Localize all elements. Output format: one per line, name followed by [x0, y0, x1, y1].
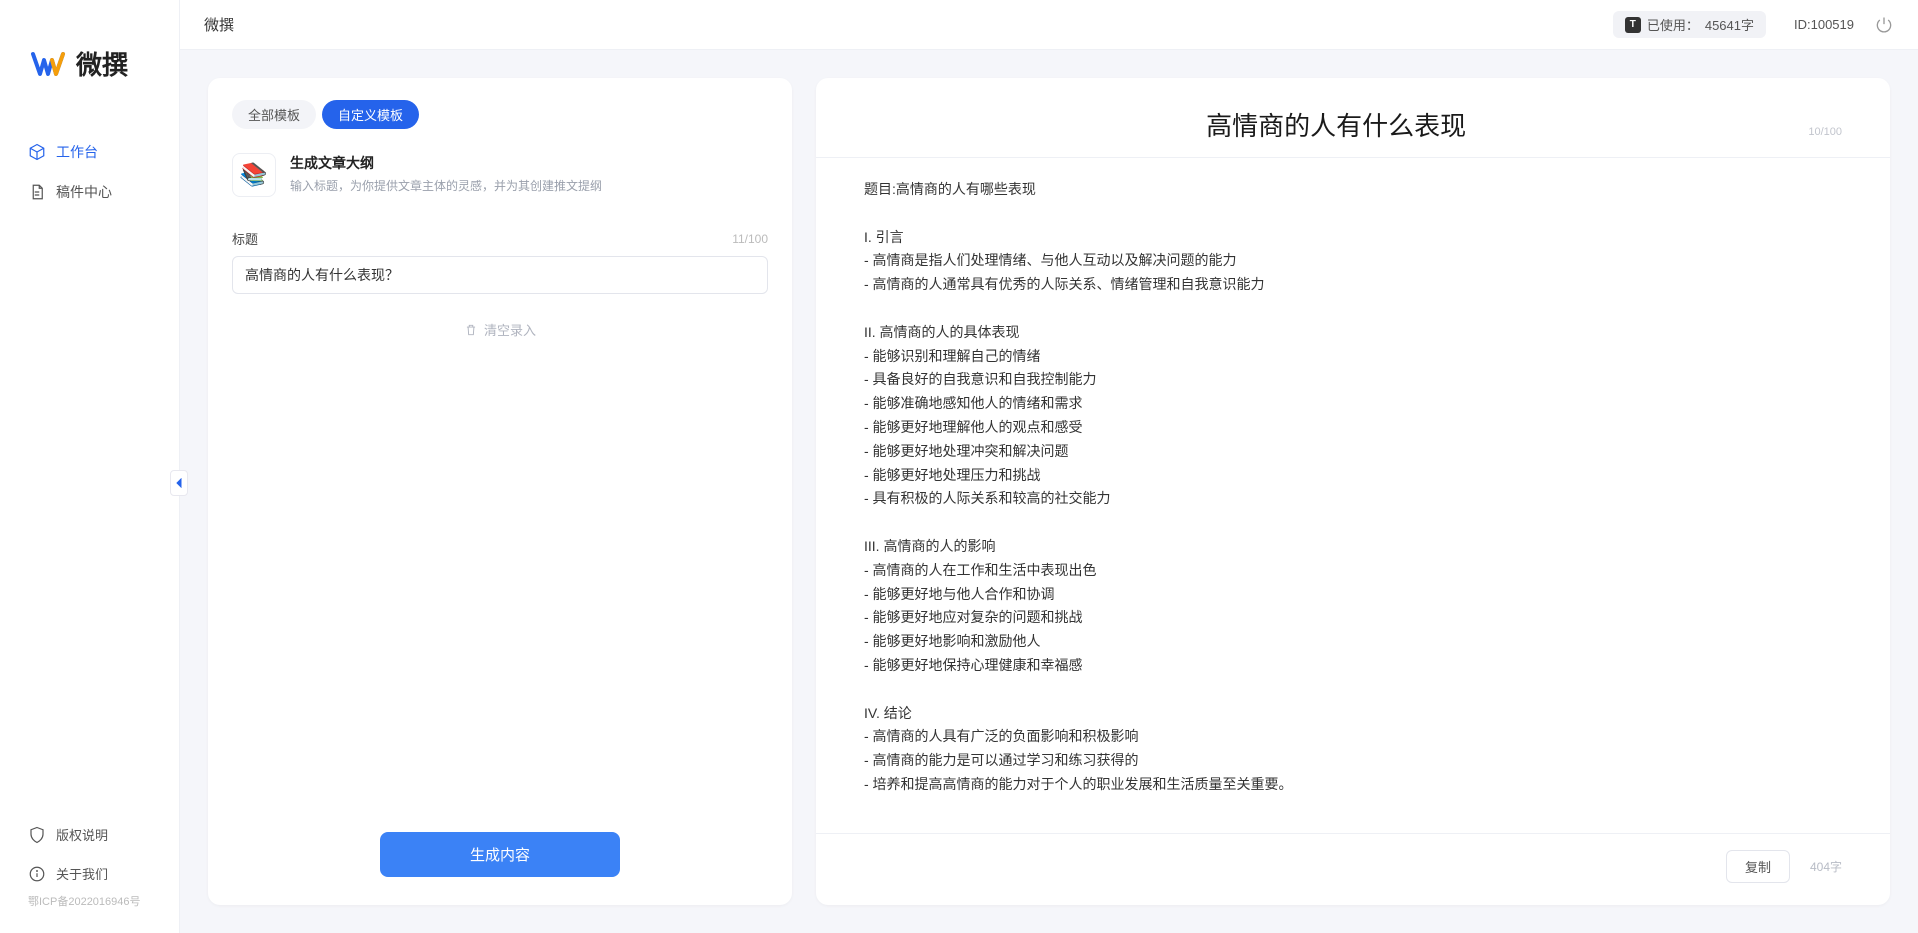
copy-label: 复制 — [1745, 860, 1771, 875]
cube-icon — [28, 143, 46, 161]
output-body[interactable]: 题目:高情商的人有哪些表现 I. 引言 - 高情商是指人们处理情绪、与他人互动以… — [816, 158, 1890, 833]
nav-item-label: 版权说明 — [56, 825, 108, 844]
clear-input-button[interactable]: 清空录入 — [232, 320, 768, 339]
tab-label: 全部模板 — [248, 108, 300, 123]
generate-label: 生成内容 — [470, 847, 530, 864]
text-icon: T — [1625, 17, 1641, 33]
brand-name: 微撰 — [76, 45, 128, 82]
copy-button[interactable]: 复制 — [1726, 850, 1790, 883]
sidebar-footer: 版权说明 关于我们 鄂ICP备2022016946号 — [0, 815, 179, 933]
template-title: 生成文章大纲 — [290, 153, 602, 173]
chevron-left-icon — [174, 478, 184, 488]
usage-badge: T 已使用： 45641字 — [1613, 11, 1766, 38]
document-icon — [28, 183, 46, 201]
nav-item-copyright[interactable]: 版权说明 — [0, 815, 179, 854]
usage-prefix: 已使用： — [1647, 15, 1699, 34]
input-panel: 全部模板 自定义模板 📚 生成文章大纲 输入标题，为你提供文章主体的灵感，并为其… — [208, 78, 792, 905]
output-footer: 复制 404字 — [816, 833, 1890, 905]
tab-custom-templates[interactable]: 自定义模板 — [322, 100, 419, 129]
content-area: 全部模板 自定义模板 📚 生成文章大纲 输入标题，为你提供文章主体的灵感，并为其… — [180, 50, 1918, 933]
sidebar: 微撰 工作台 稿件中心 版权说明 关于我们 鄂ICP备2022016946号 — [0, 0, 180, 933]
tab-label: 自定义模板 — [338, 108, 403, 123]
template-tabs: 全部模板 自定义模板 — [208, 78, 792, 129]
sidebar-collapse-handle[interactable] — [170, 470, 188, 496]
trash-icon — [464, 323, 478, 337]
output-header: 高情商的人有什么表现 10/100 — [816, 78, 1890, 158]
nav-item-workspace[interactable]: 工作台 — [0, 132, 179, 172]
sidebar-nav: 工作台 稿件中心 — [0, 112, 179, 815]
icp-text: 鄂ICP备2022016946号 — [0, 893, 179, 919]
topbar: 微撰 T 已使用： 45641字 ID:100519 — [180, 0, 1918, 50]
template-card: 📚 生成文章大纲 输入标题，为你提供文章主体的灵感，并为其创建推文提纲 — [208, 129, 792, 213]
nav-item-label: 稿件中心 — [56, 182, 112, 202]
template-description: 输入标题，为你提供文章主体的灵感，并为其创建推文提纲 — [290, 177, 602, 194]
char-count: 404字 — [1810, 858, 1842, 875]
info-icon — [28, 865, 46, 883]
output-panel: 高情商的人有什么表现 10/100 题目:高情商的人有哪些表现 I. 引言 - … — [816, 78, 1890, 905]
output-title: 高情商的人有什么表现 — [864, 106, 1808, 143]
template-icon: 📚 — [232, 153, 276, 197]
nav-item-drafts[interactable]: 稿件中心 — [0, 172, 179, 212]
brand-logo: 微撰 — [0, 0, 179, 112]
title-input[interactable] — [232, 256, 768, 294]
form-body: 标题 11/100 清空录入 — [208, 213, 792, 810]
nav-item-about[interactable]: 关于我们 — [0, 854, 179, 893]
user-id: ID:100519 — [1794, 17, 1854, 32]
nav-item-label: 关于我们 — [56, 864, 108, 883]
output-title-counter: 10/100 — [1808, 126, 1842, 138]
power-icon — [1874, 15, 1894, 35]
main-area: 微撰 T 已使用： 45641字 ID:100519 全部模板 自定义 — [180, 0, 1918, 933]
clear-label: 清空录入 — [484, 320, 536, 339]
nav-item-label: 工作台 — [56, 142, 98, 162]
tab-all-templates[interactable]: 全部模板 — [232, 100, 316, 129]
logout-button[interactable] — [1874, 15, 1894, 35]
shield-icon — [28, 826, 46, 844]
usage-value: 45641字 — [1705, 15, 1754, 34]
logo-icon — [30, 46, 66, 82]
field-label: 标题 — [232, 229, 258, 248]
field-counter: 11/100 — [732, 232, 768, 246]
topbar-title: 微撰 — [204, 14, 234, 35]
generate-button[interactable]: 生成内容 — [380, 832, 620, 877]
